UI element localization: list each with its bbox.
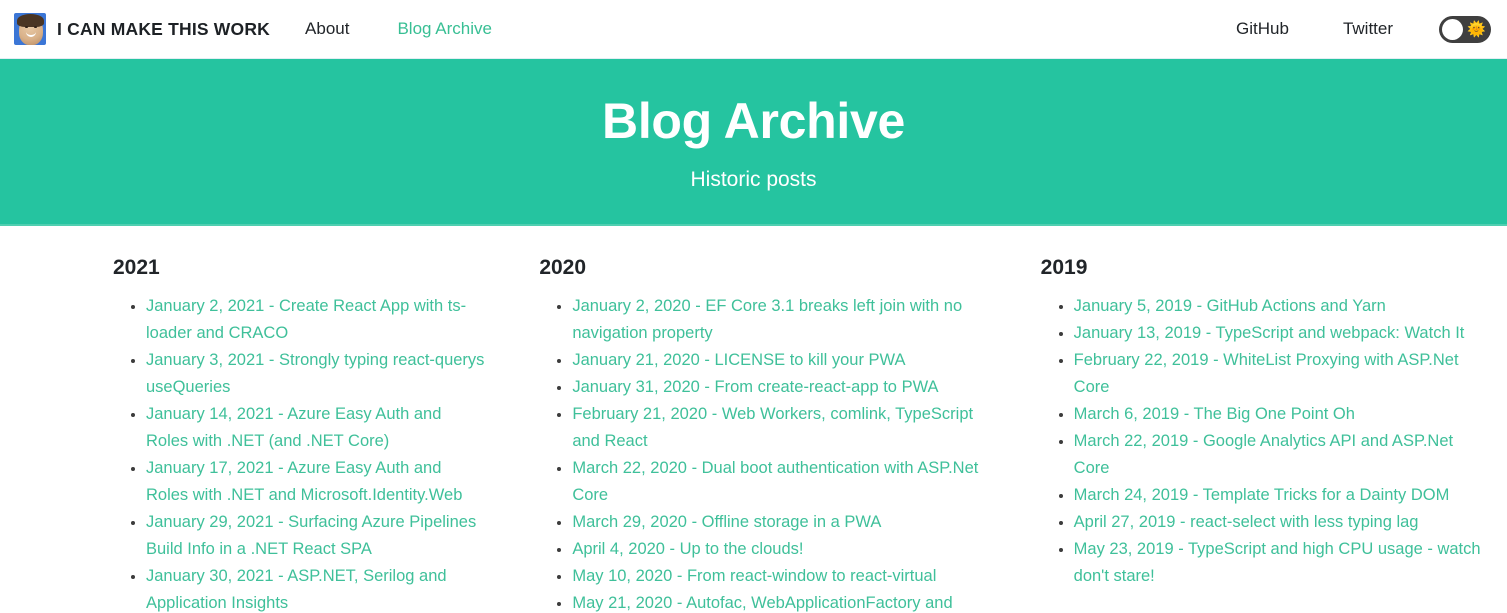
post-link[interactable]: May 10, 2020 - From react-window to reac…	[572, 567, 936, 585]
top-navbar: I CAN MAKE THIS WORK About Blog Archive …	[0, 0, 1507, 59]
list-item: January 14, 2021 - Azure Easy Auth and R…	[146, 401, 487, 455]
post-link[interactable]: March 6, 2019 - The Big One Point Oh	[1074, 405, 1355, 423]
post-link[interactable]: January 14, 2021 - Azure Easy Auth and R…	[146, 405, 441, 450]
archive-column-2019: 2019 January 5, 2019 - GitHub Actions an…	[1005, 256, 1507, 613]
post-link[interactable]: April 4, 2020 - Up to the clouds!	[572, 540, 803, 558]
list-item: February 21, 2020 - Web Workers, comlink…	[572, 401, 989, 455]
theme-toggle-knob	[1442, 18, 1463, 40]
post-link[interactable]: January 21, 2020 - LICENSE to kill your …	[572, 351, 905, 369]
list-item: January 5, 2019 - GitHub Actions and Yar…	[1074, 293, 1492, 320]
list-item: May 23, 2019 - TypeScript and high CPU u…	[1074, 536, 1492, 590]
post-link[interactable]: February 21, 2020 - Web Workers, comlink…	[572, 405, 973, 450]
page-subtitle: Historic posts	[690, 167, 817, 191]
sun-icon: 🌞	[1467, 20, 1486, 38]
post-list-2021: January 2, 2021 - Create React App with …	[113, 293, 487, 613]
post-link[interactable]: March 22, 2020 - Dual boot authenticatio…	[572, 459, 978, 504]
archive-columns: 2021 January 2, 2021 - Create React App …	[0, 226, 1507, 613]
nav-link-about[interactable]: About	[303, 15, 351, 43]
list-item: January 17, 2021 - Azure Easy Auth and R…	[146, 455, 487, 509]
page-hero: Blog Archive Historic posts	[0, 59, 1507, 226]
brand-home-link[interactable]: I CAN MAKE THIS WORK	[14, 13, 270, 45]
list-item: January 30, 2021 - ASP.NET, Serilog and …	[146, 563, 487, 613]
page-title: Blog Archive	[602, 92, 905, 149]
nav-link-github[interactable]: GitHub	[1234, 15, 1291, 43]
post-link[interactable]: May 23, 2019 - TypeScript and high CPU u…	[1074, 540, 1481, 585]
post-link[interactable]: February 22, 2019 - WhiteList Proxying w…	[1074, 351, 1459, 396]
navbar-left-group: I CAN MAKE THIS WORK About Blog Archive	[14, 13, 538, 45]
post-link[interactable]: April 27, 2019 - react-select with less …	[1074, 513, 1419, 531]
post-link[interactable]: January 2, 2021 - Create React App with …	[146, 297, 466, 342]
navbar-right-group: GitHub Twitter 🌞	[1234, 15, 1491, 43]
brand-title: I CAN MAKE THIS WORK	[57, 18, 271, 39]
list-item: March 22, 2020 - Dual boot authenticatio…	[572, 455, 989, 509]
archive-column-2021: 2021 January 2, 2021 - Create React App …	[0, 256, 502, 613]
list-item: March 24, 2019 - Template Tricks for a D…	[1074, 482, 1492, 509]
post-list-2020: January 2, 2020 - EF Core 3.1 breaks lef…	[539, 293, 989, 613]
post-link[interactable]: January 3, 2021 - Strongly typing react-…	[146, 351, 484, 396]
year-heading: 2021	[113, 256, 160, 279]
list-item: January 31, 2020 - From create-react-app…	[572, 374, 989, 401]
post-link[interactable]: January 2, 2020 - EF Core 3.1 breaks lef…	[572, 297, 962, 342]
post-link[interactable]: March 24, 2019 - Template Tricks for a D…	[1074, 486, 1450, 504]
nav-link-blog-archive[interactable]: Blog Archive	[395, 15, 494, 43]
year-heading: 2020	[539, 256, 587, 279]
list-item: January 3, 2021 - Strongly typing react-…	[146, 347, 487, 401]
list-item: January 13, 2019 - TypeScript and webpac…	[1074, 320, 1492, 347]
post-link[interactable]: January 13, 2019 - TypeScript and webpac…	[1074, 324, 1465, 342]
post-link[interactable]: January 31, 2020 - From create-react-app…	[572, 378, 938, 396]
list-item: January 2, 2021 - Create React App with …	[146, 293, 487, 347]
list-item: April 27, 2019 - react-select with less …	[1074, 509, 1492, 536]
list-item: February 22, 2019 - WhiteList Proxying w…	[1074, 347, 1492, 401]
list-item: January 21, 2020 - LICENSE to kill your …	[572, 347, 989, 374]
avatar-photo-icon	[14, 13, 46, 45]
post-link[interactable]: January 5, 2019 - GitHub Actions and Yar…	[1074, 297, 1386, 315]
list-item: April 4, 2020 - Up to the clouds!	[572, 536, 989, 563]
post-list-2019: January 5, 2019 - GitHub Actions and Yar…	[1041, 293, 1492, 590]
list-item: January 2, 2020 - EF Core 3.1 breaks lef…	[572, 293, 989, 347]
post-link[interactable]: January 17, 2021 - Azure Easy Auth and R…	[146, 459, 462, 504]
archive-column-2020: 2020 January 2, 2020 - EF Core 3.1 break…	[502, 256, 1004, 613]
post-link[interactable]: March 22, 2019 - Google Analytics API an…	[1074, 432, 1453, 477]
list-item: January 29, 2021 - Surfacing Azure Pipel…	[146, 509, 487, 563]
post-link[interactable]: January 30, 2021 - ASP.NET, Serilog and …	[146, 567, 447, 612]
list-item: May 10, 2020 - From react-window to reac…	[572, 563, 989, 590]
nav-link-twitter[interactable]: Twitter	[1341, 15, 1395, 43]
list-item: March 6, 2019 - The Big One Point Oh	[1074, 401, 1492, 428]
theme-toggle[interactable]: 🌞	[1439, 15, 1491, 43]
post-link[interactable]: May 21, 2020 - Autofac, WebApplicationFa…	[572, 594, 952, 612]
post-link[interactable]: March 29, 2020 - Offline storage in a PW…	[572, 513, 881, 531]
list-item: March 22, 2019 - Google Analytics API an…	[1074, 428, 1492, 482]
list-item: March 29, 2020 - Offline storage in a PW…	[572, 509, 989, 536]
post-link[interactable]: January 29, 2021 - Surfacing Azure Pipel…	[146, 513, 476, 558]
list-item: May 21, 2020 - Autofac, WebApplicationFa…	[572, 590, 989, 613]
year-heading: 2019	[1040, 256, 1088, 279]
